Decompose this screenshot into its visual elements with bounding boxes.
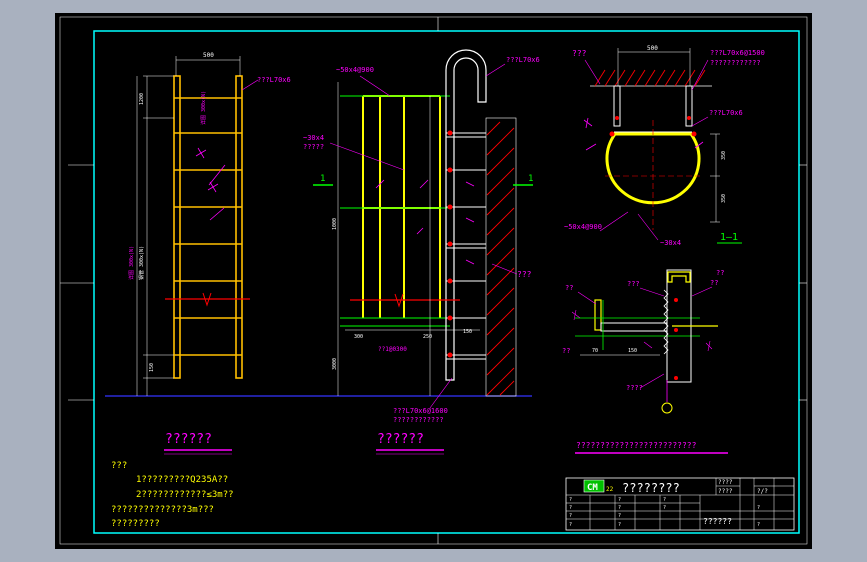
front-angle-callout: ???L70x6 xyxy=(257,76,291,84)
notes-line-1: 1?????????Q235A?? xyxy=(136,475,228,485)
title-cell-top-1: ???? xyxy=(718,488,733,495)
detail-label-4: ?? xyxy=(562,347,570,355)
section-right-label-1: ???L70x6@1500 xyxy=(710,49,765,57)
title-cell-9: ? xyxy=(663,505,666,511)
title-cell-3: ? xyxy=(569,522,572,528)
section-angle-label: ???L70x6 xyxy=(709,109,743,117)
side-dim-3000: 3000 xyxy=(332,358,338,370)
side-dim-350: 300 xyxy=(354,334,363,340)
front-width-dim: 500 xyxy=(203,52,214,59)
drawing-sheet xyxy=(55,13,812,549)
front-side-dim-a: 详图 300x(N) xyxy=(128,246,135,280)
detail-label-0: ?? xyxy=(565,284,573,292)
title-cell-1: ? xyxy=(569,505,572,511)
notes-line-3: ??????????????3m??? xyxy=(111,505,214,515)
section-top-dim: 500 xyxy=(647,45,658,52)
side-flat-bar-sub: ????? xyxy=(303,143,324,151)
detail-title: ????????????????????????? xyxy=(576,441,697,450)
side-bottom-label-1: ???L70x6@1600 xyxy=(393,407,448,415)
notes-heading: ??? xyxy=(111,461,127,471)
title-logo-sub: 22 xyxy=(606,486,614,493)
detail-label-1: ??? xyxy=(627,280,640,288)
section-bottom-bar: ~30x4 xyxy=(660,239,681,247)
side-hook-label: ???L70x6 xyxy=(506,56,540,64)
side-wall-label: ??? xyxy=(517,270,532,279)
side-dim-250: 250 xyxy=(423,334,432,340)
detail-label-2: ?? xyxy=(716,269,724,277)
title-cell-5: ? xyxy=(618,505,621,511)
front-view-title: ?????? xyxy=(165,432,212,447)
detail-dim-150: 150 xyxy=(628,348,637,354)
title-cell-2: ? xyxy=(569,513,572,519)
notes-line-2: 2????????????≤3m?? xyxy=(136,490,234,500)
side-view-title: ?????? xyxy=(377,432,424,447)
section-label-left: 1 xyxy=(320,174,325,184)
title-cell-11: ? xyxy=(757,522,760,528)
side-dim-150: 150 xyxy=(463,329,472,335)
section-right-label-2: ???????????? xyxy=(710,59,761,67)
section-left-label: ??? xyxy=(572,49,587,58)
section-title: 1—1 xyxy=(720,232,738,243)
title-cell-4: ? xyxy=(618,497,621,503)
title-footer: ?????? xyxy=(703,517,732,526)
front-side-dim-b: 钢管 300x(N) xyxy=(138,246,145,280)
title-cell-7: ? xyxy=(618,522,621,528)
section-bottom-plate: ~50x4@900 xyxy=(564,223,602,231)
section-label-right: 1 xyxy=(528,174,533,184)
side-dim-1000: 1000 xyxy=(332,218,338,230)
front-bottom-dim: 150 xyxy=(149,363,155,372)
side-flat-bar: ~30x4 xyxy=(303,134,324,142)
front-rung-note: 详图 300x(N) xyxy=(200,91,207,125)
front-top-dim: 1200 xyxy=(139,93,145,105)
side-top-plate: ~50x4@900 xyxy=(336,66,374,74)
title-cell-0: ? xyxy=(569,497,572,503)
detail-dim-70: 70 xyxy=(592,348,598,354)
title-cell-top-0: ???? xyxy=(718,479,733,486)
detail-label-3: ?? xyxy=(710,279,718,287)
side-ring-spacing: ??1@0300 xyxy=(378,346,407,353)
section-dim-a: 350 xyxy=(721,151,727,160)
cad-drawing-canvas: 500 1200 详图 300x(N) 钢管 300x(N) 150 ???L7… xyxy=(55,13,812,549)
side-bottom-label-2: ???????????? xyxy=(393,416,444,424)
section-dim-b: 350 xyxy=(721,194,727,203)
title-cell-top-2: ?/? xyxy=(757,488,768,495)
notes-line-4: ????????? xyxy=(111,519,160,529)
title-logo: CM xyxy=(587,483,598,493)
title-cell-6: ? xyxy=(618,513,621,519)
title-cell-10: ? xyxy=(757,505,760,511)
title-drawing-name: ???????? xyxy=(622,481,680,495)
title-cell-8: ? xyxy=(663,497,666,503)
